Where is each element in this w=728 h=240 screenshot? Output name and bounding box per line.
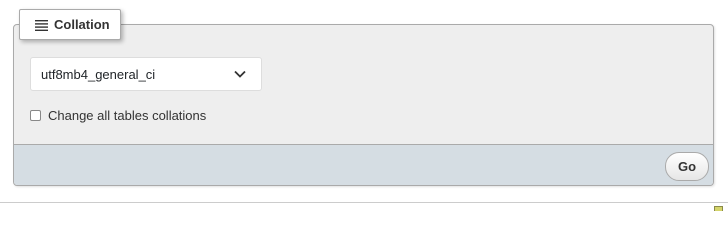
go-button[interactable]: Go bbox=[665, 152, 709, 181]
change-all-tables-checkbox[interactable] bbox=[30, 110, 41, 121]
change-all-tables-label[interactable]: Change all tables collations bbox=[48, 108, 206, 123]
legend-label: Collation bbox=[54, 17, 110, 32]
form-footer bbox=[14, 144, 713, 185]
collation-select[interactable]: utf8mb4_general_ci bbox=[30, 57, 262, 91]
collation-legend: Collation bbox=[19, 9, 121, 40]
list-icon bbox=[35, 19, 48, 31]
collation-select-value: utf8mb4_general_ci bbox=[41, 66, 156, 82]
console-icon[interactable] bbox=[714, 206, 723, 211]
change-all-tables-row: Change all tables collations bbox=[30, 108, 206, 123]
chevron-down-icon bbox=[234, 70, 246, 78]
page-divider bbox=[0, 202, 728, 203]
